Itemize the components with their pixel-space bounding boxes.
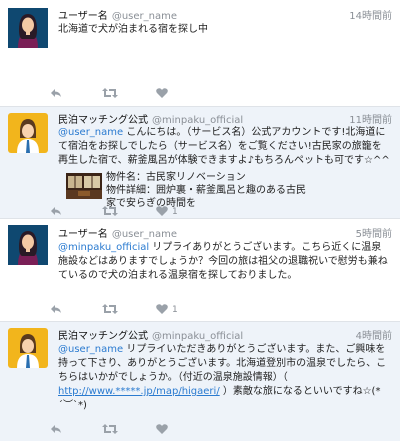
- like-icon[interactable]: [156, 205, 168, 219]
- retweet-icon[interactable]: [102, 87, 118, 101]
- tweet-text-content: 北海道で犬が泊まれる宿を探し中: [58, 24, 208, 35]
- tweet-text: @user_name こんにちは。（サービス名）公式アカウントです!北海道にて宿…: [58, 126, 390, 168]
- reply-icon[interactable]: [50, 423, 62, 437]
- tweet-4[interactable]: 民泊マッチング公式 @minpaku_official 4時間前 @user_na…: [0, 322, 400, 441]
- display-name[interactable]: 民泊マッチング公式: [58, 331, 148, 342]
- like-count: 1: [172, 305, 178, 315]
- timestamp[interactable]: 5時間前: [356, 228, 392, 242]
- reply-icon[interactable]: [50, 87, 62, 101]
- mention-link[interactable]: @minpaku_official: [58, 242, 149, 253]
- retweet-icon[interactable]: [102, 303, 118, 317]
- timestamp[interactable]: 4時間前: [356, 330, 392, 344]
- user-handle[interactable]: @user_name: [112, 11, 177, 22]
- display-name[interactable]: ユーザー名: [58, 11, 108, 22]
- reply-icon[interactable]: [50, 205, 62, 219]
- mention-link[interactable]: @user_name: [58, 344, 123, 355]
- property-thumbnail[interactable]: [66, 173, 102, 199]
- tweet-3[interactable]: ユーザー名 @user_name 5時間前 @minpaku_official リ…: [0, 219, 400, 321]
- retweet-icon[interactable]: [102, 205, 118, 219]
- mention-link[interactable]: @user_name: [58, 127, 123, 138]
- like-count: 1: [172, 207, 178, 217]
- url-link[interactable]: http://www.*****.jp/map/higaeri/: [58, 386, 220, 397]
- card-detail: 物件詳細：囲炉裏・薪釜風呂と趣のある古民家で安らぎの時間を: [106, 185, 306, 209]
- retweet-icon[interactable]: [102, 423, 118, 437]
- timeline: ユーザー名 @user_name 14時間前 北海道で犬が泊まれる宿を探し中 民…: [0, 0, 400, 441]
- tweet-text: @user_name リプライいただきありがとうございます。また、ご興味を持って…: [58, 343, 390, 413]
- tweet-2[interactable]: 民泊マッチング公式 @minpaku_official 11時間前 @user_n…: [0, 107, 400, 218]
- user-handle[interactable]: @user_name: [112, 229, 177, 240]
- property-card[interactable]: 物件名：古民家リノベーション 物件詳細：囲炉裏・薪釜風呂と趣のある古民家で安らぎ…: [66, 171, 306, 209]
- tweet-1[interactable]: ユーザー名 @user_name 14時間前 北海道で犬が泊まれる宿を探し中: [0, 0, 400, 106]
- card-title: 物件名：古民家リノベーション: [106, 172, 246, 183]
- like-icon[interactable]: [156, 87, 168, 101]
- tweet-text: 北海道で犬が泊まれる宿を探し中: [58, 23, 390, 37]
- avatar-official[interactable]: [8, 328, 48, 368]
- tweet-text: @minpaku_official リプライありがとうございます。こちら近くに温…: [58, 241, 390, 283]
- like-icon[interactable]: [156, 303, 168, 317]
- avatar-user[interactable]: [8, 8, 48, 48]
- display-name[interactable]: ユーザー名: [58, 229, 108, 240]
- like-icon[interactable]: [156, 423, 168, 437]
- reply-icon[interactable]: [50, 303, 62, 317]
- user-handle[interactable]: @minpaku_official: [152, 115, 243, 126]
- avatar-official[interactable]: [8, 113, 48, 153]
- avatar-user[interactable]: [8, 225, 48, 265]
- display-name[interactable]: 民泊マッチング公式: [58, 115, 148, 126]
- timestamp[interactable]: 14時間前: [349, 10, 392, 24]
- user-handle[interactable]: @minpaku_official: [152, 331, 243, 342]
